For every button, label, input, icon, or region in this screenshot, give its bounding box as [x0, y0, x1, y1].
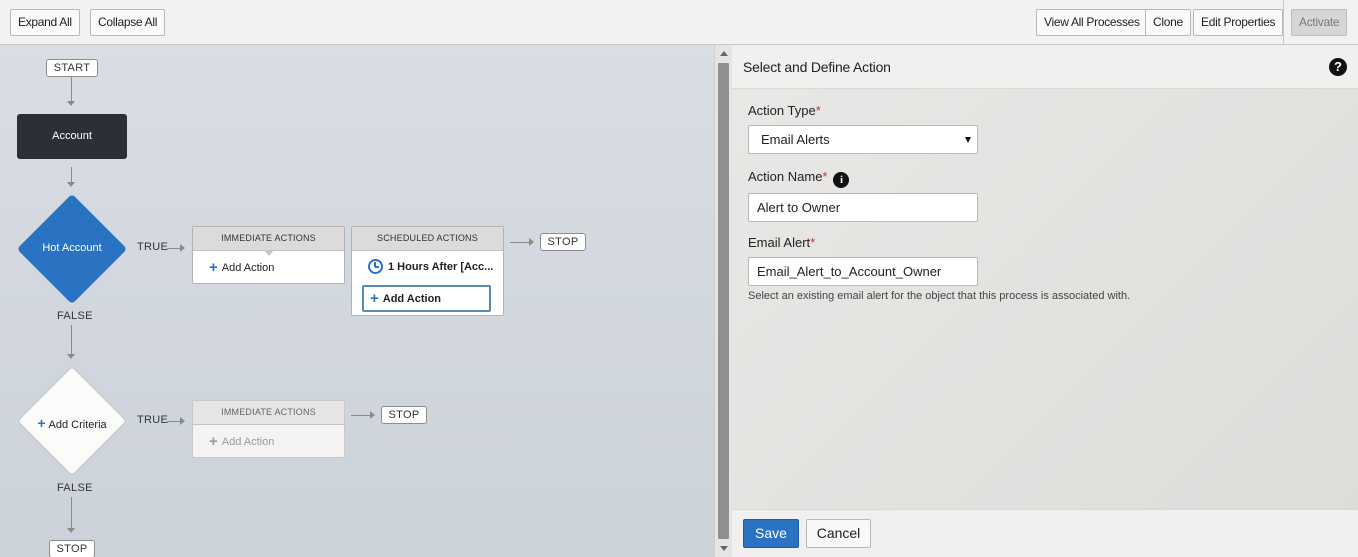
immediate-actions-box: IMMEDIATE ACTIONS + Add Action — [192, 226, 345, 284]
process-canvas: START Account Hot Account TRUE IMMEDIATE… — [0, 45, 714, 557]
connector — [71, 497, 72, 529]
panel-title: Select and Define Action — [743, 59, 891, 75]
plus-icon: + — [209, 259, 218, 276]
add-criteria-button[interactable]: + Add Criteria — [17, 415, 127, 431]
add-action-button[interactable]: + Add Action — [209, 259, 274, 276]
help-icon[interactable]: ? — [1329, 58, 1347, 76]
object-node[interactable]: Account — [17, 114, 127, 159]
connector — [167, 248, 181, 249]
scheduled-action-item[interactable]: 1 Hours After [Acc... — [368, 259, 493, 274]
view-all-processes-button[interactable]: View All Processes — [1036, 9, 1148, 36]
true-label: TRUE — [137, 241, 169, 253]
arrow-right-icon — [529, 238, 534, 246]
criteria-label: Hot Account — [42, 242, 102, 254]
edit-properties-button[interactable]: Edit Properties — [1193, 9, 1284, 36]
panel-footer: Save Cancel — [732, 509, 1358, 557]
stop-node: STOP — [381, 406, 427, 424]
collapse-all-button[interactable]: Collapse All — [90, 9, 166, 36]
email-alert-label: Email Alert* — [748, 235, 816, 250]
action-type-label: Action Type* — [748, 103, 821, 118]
scroll-up-icon[interactable] — [720, 51, 728, 56]
clock-icon — [368, 259, 383, 274]
save-button[interactable]: Save — [743, 519, 799, 548]
action-name-label: Action Name* i — [748, 169, 850, 188]
stop-node: STOP — [540, 233, 586, 251]
arrow-right-icon — [180, 417, 185, 425]
dropdown-caret-icon — [965, 137, 971, 143]
connector — [71, 325, 72, 355]
plus-icon: + — [209, 433, 218, 450]
add-action-button-disabled: + Add Action — [209, 433, 275, 450]
arrow-down-icon — [67, 101, 75, 106]
connector — [510, 242, 530, 243]
true-label: TRUE — [137, 414, 169, 426]
scheduled-actions-header: SCHEDULED ACTIONS — [352, 227, 503, 251]
arrow-down-icon — [67, 528, 75, 533]
clone-button[interactable]: Clone — [1145, 9, 1191, 36]
scrollbar-thumb[interactable] — [718, 63, 729, 539]
arrow-down-icon — [67, 182, 75, 187]
scroll-down-icon[interactable] — [720, 546, 728, 551]
add-action-button-selected[interactable]: + Add Action — [362, 285, 491, 312]
action-type-select[interactable]: Email Alerts — [748, 125, 978, 154]
email-alert-hint: Select an existing email alert for the o… — [748, 290, 1131, 302]
toolbar: Expand All Collapse All View All Process… — [0, 0, 1358, 45]
plus-icon: + — [370, 290, 379, 307]
false-label: FALSE — [57, 310, 93, 322]
immediate-actions-box-disabled: IMMEDIATE ACTIONS + Add Action — [192, 400, 345, 458]
email-alert-input[interactable] — [748, 257, 978, 286]
arrow-right-icon — [370, 411, 375, 419]
connector — [71, 77, 72, 102]
activate-button[interactable]: Activate — [1291, 9, 1347, 36]
connector — [167, 421, 181, 422]
action-name-input[interactable] — [748, 193, 978, 222]
info-icon[interactable]: i — [833, 172, 850, 188]
action-panel: Select and Define Action ? Action Type* … — [732, 45, 1358, 557]
end-stop-node: STOP — [49, 540, 95, 557]
expand-all-button[interactable]: Expand All — [10, 9, 80, 36]
false-label: FALSE — [57, 482, 93, 494]
cancel-button[interactable]: Cancel — [806, 519, 871, 548]
arrow-right-icon — [180, 244, 185, 252]
start-node: START — [46, 59, 98, 77]
toolbar-divider — [1283, 0, 1284, 45]
immediate-actions-header: IMMEDIATE ACTIONS — [193, 401, 344, 425]
canvas-scrollbar[interactable] — [714, 45, 732, 557]
scheduled-actions-box: SCHEDULED ACTIONS 1 Hours After [Acc... … — [351, 226, 504, 316]
panel-header: Select and Define Action ? — [732, 45, 1358, 89]
connector — [351, 415, 371, 416]
plus-icon: + — [37, 415, 46, 431]
immediate-actions-header: IMMEDIATE ACTIONS — [193, 227, 344, 256]
connector — [71, 167, 72, 183]
arrow-down-icon — [67, 354, 75, 359]
